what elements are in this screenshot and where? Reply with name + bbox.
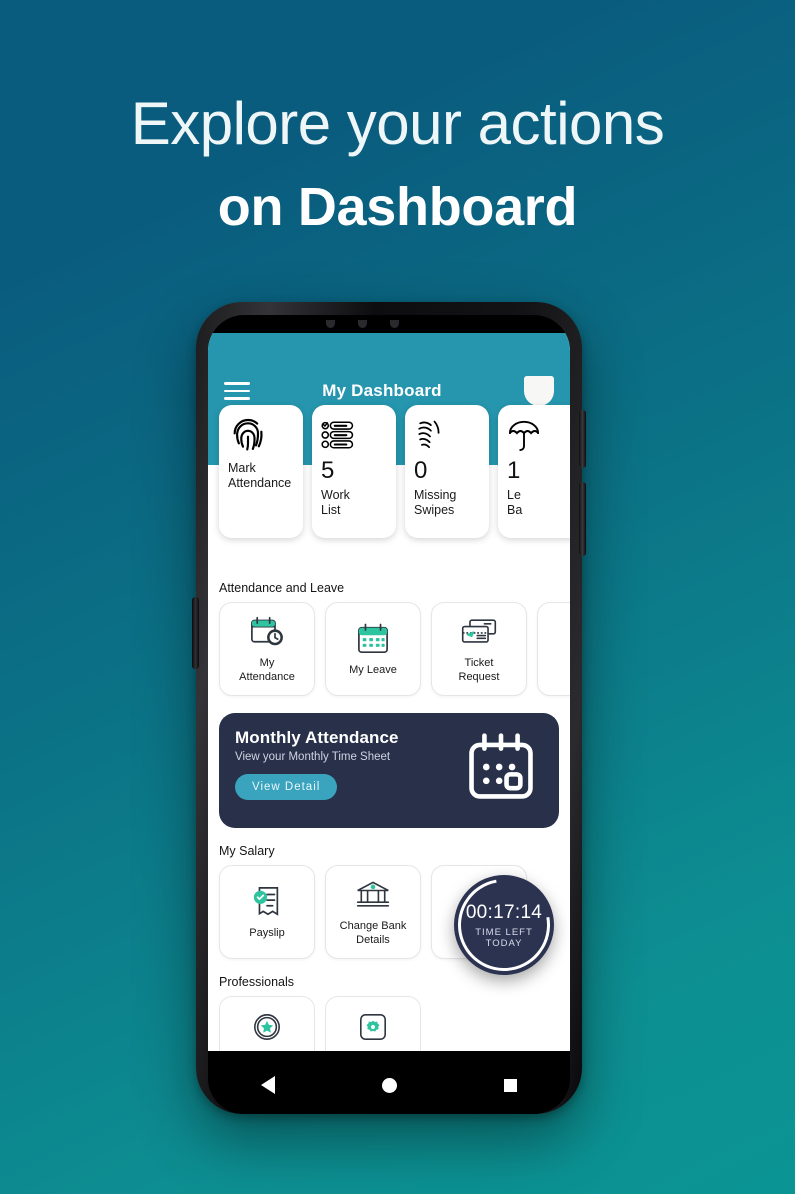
stat-label-line2: Swipes (414, 502, 455, 517)
tile-label: My Leave (349, 664, 397, 677)
stat-label-line1: Work (321, 488, 350, 503)
power-button[interactable] (579, 410, 586, 468)
tile-label-line2: Details (356, 933, 390, 946)
stat-card-label: Work List (321, 488, 387, 518)
headline-line-2: on Dashboard (217, 177, 578, 237)
stat-label-line2: List (321, 502, 341, 517)
tile-change-bank-details[interactable]: Change Bank Details (325, 865, 421, 959)
stat-card-mark-attendance[interactable]: Mark Attendance (219, 405, 303, 538)
tile-label-line2: Request (458, 670, 500, 683)
tile-label: Change Bank Details (340, 920, 407, 947)
page-title: My Dashboard (322, 381, 442, 400)
ticket-icon (460, 614, 498, 650)
banner-title: Monthly Attendance (235, 728, 399, 747)
stat-label-line1: Mark (228, 461, 256, 475)
section-title-attendance-leave: Attendance and Leave (219, 581, 345, 595)
timer-label-line2: TODAY (485, 937, 523, 949)
camera-dot-icon (358, 320, 368, 328)
view-detail-button[interactable]: View Detail (235, 774, 338, 800)
stat-label-line1: Missing (414, 488, 457, 503)
stat-card-work-list[interactable]: 5 Work List (312, 405, 396, 538)
calendar-large-icon (459, 728, 543, 802)
star-badge-icon (252, 1009, 282, 1045)
tile-label-line2: Attendance (239, 670, 295, 683)
umbrella-icon (507, 414, 570, 456)
avatar[interactable] (524, 376, 554, 406)
tile-my-leave[interactable]: My Leave (325, 602, 421, 696)
section-title-my-salary: My Salary (219, 844, 275, 858)
calendar-clock-icon (249, 614, 285, 650)
tile-payslip[interactable]: Payslip (219, 865, 315, 959)
timer-time-value: 00:17:14 (465, 901, 543, 923)
front-sensors (208, 318, 570, 332)
sensor-dot-2-icon (390, 320, 400, 328)
tile-professional-1[interactable] (219, 996, 315, 1051)
tile-label-line1: My (259, 657, 275, 670)
stat-card-leave-balance[interactable]: 1 Le Ba (498, 405, 570, 538)
tile-professional-2[interactable] (325, 996, 421, 1051)
tile-my-attendance[interactable]: My Attendance (219, 602, 315, 696)
tile-label-line1: Change Bank (339, 920, 407, 933)
tile-row-professionals[interactable] (208, 996, 570, 1051)
stat-card-label: Missing Swipes (414, 488, 480, 518)
phone-mockup: My Dashboard Mark Attendance 5 Work List… (192, 302, 586, 1114)
back-triangle-icon[interactable] (261, 1076, 276, 1094)
tile-ticket-request[interactable]: Ticket Request (431, 602, 527, 696)
volume-button[interactable] (192, 597, 199, 669)
stat-card-label: Le Ba (507, 488, 570, 518)
tile-label: Ticket Request (459, 657, 500, 684)
tile-label: Payslip (249, 927, 284, 940)
stat-label-line2: Ba (507, 502, 523, 517)
stat-card-label: Mark Attendance (228, 461, 294, 491)
stat-card-number: 0 (414, 457, 428, 484)
gear-icon (358, 1009, 388, 1045)
phone-screen-frame: My Dashboard Mark Attendance 5 Work List… (208, 315, 570, 1114)
checklist-icon (321, 414, 387, 456)
stat-card-number: 1 (507, 457, 521, 484)
tile-row-attendance-leave[interactable]: My Attendance My Leave Ticket Request (208, 602, 570, 696)
timer-label-line1: TIME LEFT (475, 926, 533, 938)
banner-subtitle: View your Monthly Time Sheet (235, 751, 391, 763)
stat-card-row[interactable]: Mark Attendance 5 Work List 0 Missing Sw… (208, 405, 570, 538)
tile-label: My Attendance (239, 657, 295, 684)
tile-label-line1: Ticket (464, 657, 494, 670)
android-navigation-bar[interactable] (208, 1056, 570, 1114)
swipe-icon (414, 414, 480, 456)
stat-card-missing-swipes[interactable]: 0 Missing Swipes (405, 405, 489, 538)
stat-label-line2: Attendance (228, 475, 292, 490)
recents-square-icon[interactable] (503, 1078, 517, 1092)
home-circle-icon[interactable] (381, 1077, 397, 1093)
calendar-icon (356, 621, 390, 657)
assistant-button[interactable] (579, 482, 586, 556)
sensor-dot-icon (326, 320, 336, 328)
monthly-attendance-banner[interactable]: Monthly Attendance View your Monthly Tim… (219, 713, 559, 828)
stat-label-line1: Le (507, 488, 521, 503)
stat-card-number: 5 (321, 457, 335, 484)
tile-label-line1: Payslip (249, 926, 285, 939)
app-screen: My Dashboard Mark Attendance 5 Work List… (208, 333, 570, 1051)
bank-icon (355, 877, 391, 913)
promo-headline: Explore your actions on Dashboard (0, 92, 795, 236)
fingerprint-icon (228, 414, 294, 456)
tile-partial-next[interactable] (537, 602, 570, 696)
payslip-icon (251, 884, 283, 920)
headline-line-1: Explore your actions (130, 90, 665, 157)
tile-label-line1: My Leave (349, 663, 397, 676)
time-left-timer[interactable]: 00:17:14 TIME LEFT TODAY (439, 860, 569, 990)
